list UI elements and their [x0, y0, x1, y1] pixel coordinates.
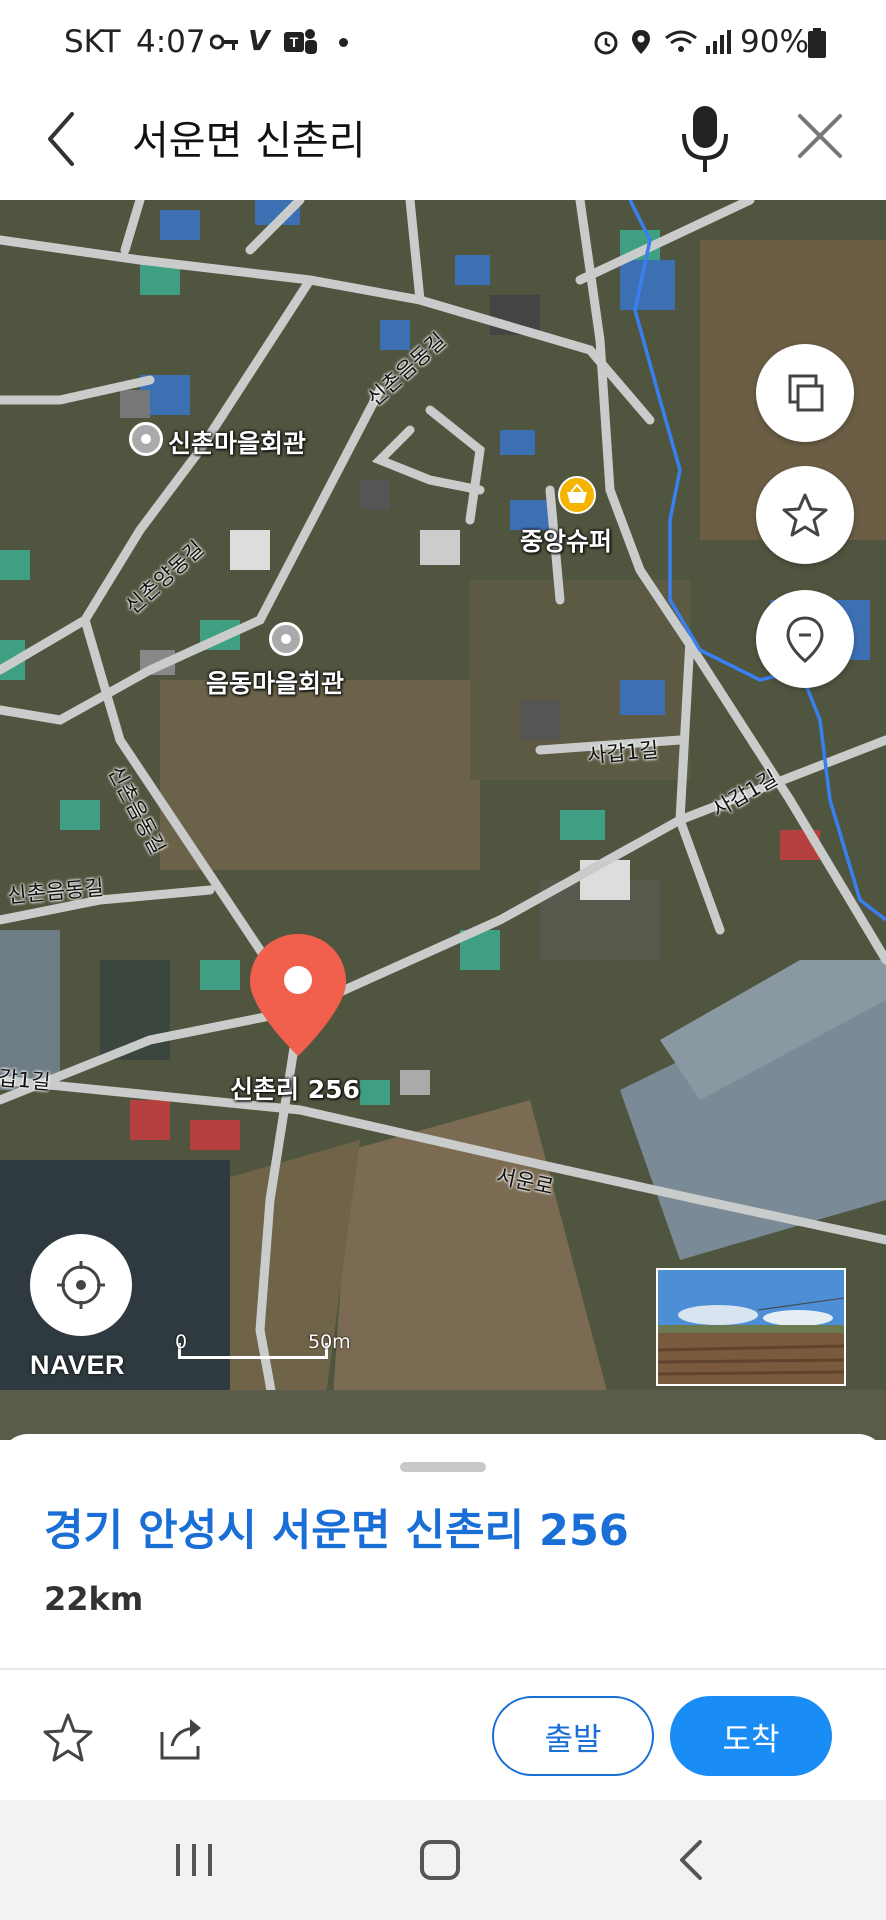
depart-button[interactable]: 출발: [492, 1696, 654, 1776]
pin-place-button[interactable]: [756, 590, 854, 688]
street-view-thumbnail[interactable]: [656, 1268, 846, 1386]
road-label: 사갑1길: [586, 737, 660, 768]
microphone-icon[interactable]: [676, 100, 734, 180]
favorites-button[interactable]: [756, 466, 854, 564]
layers-icon: [788, 374, 824, 412]
wifi-icon: [665, 30, 697, 52]
pin-label: 신촌리 256: [230, 1075, 360, 1104]
status-bar: SKT 4:07 V T 90%: [0, 0, 886, 82]
community-hall-icon[interactable]: [129, 422, 163, 456]
close-icon[interactable]: [792, 108, 848, 164]
scale-zero: 0: [175, 1331, 188, 1353]
share-icon[interactable]: [154, 1710, 210, 1766]
teams-icon: T: [284, 29, 317, 54]
map-scale: 0 50m: [175, 1331, 351, 1367]
location-icon: [632, 30, 650, 54]
home-icon[interactable]: [418, 1838, 466, 1886]
place-address[interactable]: 경기 안성시 서운면 신촌리 256: [44, 1496, 629, 1558]
divider: [0, 1668, 886, 1670]
place-label[interactable]: 음동마을회관: [206, 664, 344, 700]
community-hall-icon[interactable]: [269, 622, 303, 656]
scale-bar: [178, 1343, 328, 1359]
shopping-basket-icon[interactable]: [557, 475, 597, 515]
back-icon[interactable]: [672, 1838, 712, 1886]
street-view-image: [658, 1270, 844, 1384]
battery-icon: [808, 28, 826, 58]
crosshair-icon: [57, 1261, 105, 1309]
place-label[interactable]: 신촌마을회관: [168, 424, 306, 460]
place-info-sheet: 경기 안성시 서운면 신촌리 256 22km 출발 도착: [0, 1434, 886, 1800]
carrier-label: SKT: [64, 24, 121, 60]
my-location-button[interactable]: [30, 1234, 132, 1336]
map-pin-icon: [786, 616, 824, 663]
search-bar: 서운면 신촌리: [0, 82, 886, 200]
road-label: 갑1길: [0, 1065, 52, 1095]
recent-apps-icon[interactable]: [172, 1838, 216, 1882]
star-icon: [782, 493, 828, 537]
signal-icon: [706, 30, 731, 54]
search-query[interactable]: 서운면 신촌리: [132, 108, 366, 166]
sheet-handle[interactable]: [400, 1462, 486, 1472]
scale-end: 50m: [308, 1331, 351, 1353]
clock: 4:07: [136, 24, 206, 60]
vpn-key-icon: [210, 34, 238, 50]
save-star-icon[interactable]: [40, 1710, 96, 1766]
back-arrow-icon[interactable]: [38, 104, 88, 174]
naver-logo: NAVER: [30, 1350, 126, 1380]
system-nav-bar: [0, 1800, 886, 1920]
place-label[interactable]: 중앙슈퍼: [520, 522, 612, 558]
app-notification-icon: V: [248, 24, 270, 57]
place-distance: 22km: [44, 1580, 144, 1618]
destination-pin-icon[interactable]: [244, 930, 352, 1060]
alarm-icon: [594, 31, 618, 55]
map-layers-button[interactable]: [756, 344, 854, 442]
arrive-button[interactable]: 도착: [670, 1696, 832, 1776]
svg-text:T: T: [290, 34, 299, 50]
battery-percent: 90%: [740, 24, 809, 60]
more-notifications-dot: [339, 38, 348, 47]
satellite-map[interactable]: 신촌마을회관 음동마을회관 중앙슈퍼 신촌음동길 신촌양동길 신촌음동길 신촌음…: [0, 200, 886, 1440]
